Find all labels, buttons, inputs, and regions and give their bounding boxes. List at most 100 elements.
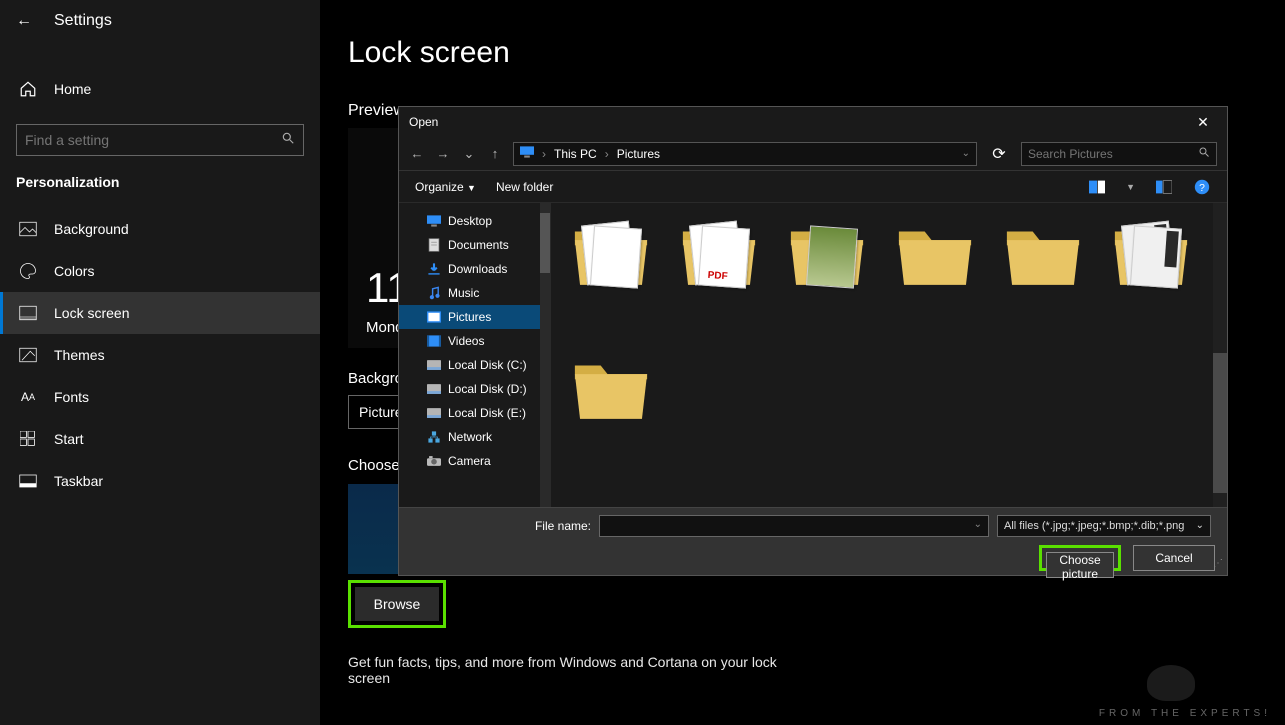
tree-item-documents[interactable]: Documents xyxy=(399,233,550,257)
folder-label: . xyxy=(782,293,872,325)
nav-up-icon[interactable]: ↑ xyxy=(487,146,503,161)
video-icon xyxy=(427,334,441,348)
nav-back-icon[interactable]: ← xyxy=(409,146,425,161)
file-name-input[interactable]: ⌄ xyxy=(599,515,989,537)
sidebar-item-label: Taskbar xyxy=(54,473,103,489)
start-icon xyxy=(18,431,38,447)
disk-icon xyxy=(427,358,441,372)
home-link[interactable]: Home xyxy=(0,68,320,110)
back-icon[interactable]: ← xyxy=(16,12,32,30)
sidebar-item-fonts[interactable]: AA Fonts xyxy=(0,376,320,418)
chevron-down-icon: ⌄ xyxy=(1196,520,1204,531)
sidebar-item-background[interactable]: Background xyxy=(0,208,320,250)
tree-item-label: Local Disk (D:) xyxy=(448,382,527,396)
sidebar-item-themes[interactable]: Themes xyxy=(0,334,320,376)
tree-item-label: Network xyxy=(448,430,492,444)
folder-item[interactable]: . xyxy=(1099,213,1203,343)
pc-icon xyxy=(520,146,534,161)
tree-item-music[interactable]: Music xyxy=(399,281,550,305)
folder-item[interactable]: . xyxy=(883,213,987,343)
taskbar-icon xyxy=(18,474,38,488)
music-icon xyxy=(427,286,441,300)
dialog-title-text: Open xyxy=(409,115,438,129)
browse-button[interactable]: Browse xyxy=(355,587,439,621)
folder-item[interactable]: . xyxy=(775,213,879,343)
organize-menu[interactable]: Organize ▼ xyxy=(415,180,476,194)
scrollbar[interactable] xyxy=(540,203,550,507)
breadcrumb-root[interactable]: This PC xyxy=(554,147,597,161)
tree-item-local-disk-d-[interactable]: Local Disk (D:) xyxy=(399,377,550,401)
picture-icon xyxy=(427,310,441,324)
doc-icon xyxy=(427,238,441,252)
sidebar-item-lockscreen[interactable]: Lock screen xyxy=(0,292,320,334)
watermark-logo xyxy=(1147,665,1195,701)
cancel-button[interactable]: Cancel xyxy=(1133,545,1215,571)
chevron-down-icon: ▼ xyxy=(467,183,476,193)
folder-label: . xyxy=(890,293,980,325)
sidebar-item-colors[interactable]: Colors xyxy=(0,250,320,292)
tree-item-local-disk-c-[interactable]: Local Disk (C:) xyxy=(399,353,550,377)
tree-item-desktop[interactable]: Desktop xyxy=(399,209,550,233)
svg-text:?: ? xyxy=(1199,183,1205,194)
monitor-icon xyxy=(427,214,441,228)
sidebar-item-label: Fonts xyxy=(54,389,89,405)
sidebar-item-label: Lock screen xyxy=(54,305,129,321)
folder-item[interactable]: . xyxy=(991,213,1095,343)
folder-icon xyxy=(568,347,654,427)
dialog-search[interactable] xyxy=(1021,142,1217,166)
chevron-down-icon[interactable]: ⌄ xyxy=(968,516,988,533)
tree-item-label: Local Disk (C:) xyxy=(448,358,527,372)
chevron-down-icon[interactable]: ▼ xyxy=(1126,182,1135,192)
palette-icon xyxy=(18,262,38,280)
folder-item[interactable]: . xyxy=(667,213,771,343)
new-folder-button[interactable]: New folder xyxy=(496,180,553,194)
watermark-text: FROM THE EXPERTS! xyxy=(1099,708,1271,719)
cam-icon xyxy=(427,454,441,468)
tree-item-downloads[interactable]: Downloads xyxy=(399,257,550,281)
folder-item[interactable]: . xyxy=(559,347,663,477)
tree-item-network[interactable]: Network xyxy=(399,425,550,449)
sidebar-item-taskbar[interactable]: Taskbar xyxy=(0,460,320,502)
refresh-icon[interactable]: ⟳ xyxy=(987,144,1011,164)
home-label: Home xyxy=(54,81,91,97)
folder-item[interactable]: . xyxy=(559,213,663,343)
choose-picture-highlight: Choose picture xyxy=(1039,545,1121,571)
sidebar-item-label: Background xyxy=(54,221,129,237)
sidebar-item-start[interactable]: Start xyxy=(0,418,320,460)
file-types-value: All files (*.jpg;*.jpeg;*.bmp;*.dib;*.pn… xyxy=(1004,520,1184,532)
sidebar-item-label: Start xyxy=(54,431,84,447)
view-mode-icon[interactable] xyxy=(1088,178,1106,196)
lockscreen-icon xyxy=(18,305,38,321)
help-icon[interactable]: ? xyxy=(1193,178,1211,196)
browse-highlight: Browse xyxy=(348,580,446,628)
fonts-icon: AA xyxy=(18,390,38,404)
choose-picture-button[interactable]: Choose picture xyxy=(1046,552,1114,578)
folder-label: . xyxy=(566,427,656,459)
resize-grip-icon[interactable]: ⋰ xyxy=(1213,561,1225,573)
dialog-search-input[interactable] xyxy=(1028,147,1198,161)
tree-item-label: Local Disk (E:) xyxy=(448,406,526,420)
address-bar[interactable]: › This PC › Pictures ⌄ xyxy=(513,142,977,166)
nav-forward-icon[interactable]: → xyxy=(435,146,451,161)
tree-item-pictures[interactable]: Pictures xyxy=(399,305,550,329)
search-icon xyxy=(281,131,295,150)
search-input[interactable] xyxy=(16,124,304,156)
file-types-dropdown[interactable]: All files (*.jpg;*.jpeg;*.bmp;*.dib;*.pn… xyxy=(997,515,1211,537)
preview-pane-icon[interactable] xyxy=(1155,178,1173,196)
search-icon xyxy=(1198,146,1210,161)
tree-item-camera[interactable]: Camera xyxy=(399,449,550,473)
chevron-down-icon[interactable]: ⌄ xyxy=(461,146,477,162)
folder-label: . xyxy=(566,293,656,325)
folder-tree: DesktopDocumentsDownloadsMusic Pictures Vi… xyxy=(399,203,551,507)
close-icon[interactable]: ✕ xyxy=(1189,114,1217,131)
search-field[interactable] xyxy=(25,132,281,148)
breadcrumb-folder[interactable]: Pictures xyxy=(617,147,660,161)
tree-item-videos[interactable]: Videos xyxy=(399,329,550,353)
settings-sidebar: ← Settings Home Personalization Backgrou… xyxy=(0,0,320,725)
tree-item-local-disk-e-[interactable]: Local Disk (E:) xyxy=(399,401,550,425)
tree-item-label: Pictures xyxy=(448,310,491,324)
scrollbar[interactable] xyxy=(1213,203,1227,507)
personalization-nav: Background Colors Lock screen Themes AA … xyxy=(0,208,320,502)
chevron-down-icon[interactable]: ⌄ xyxy=(962,148,970,159)
download-icon xyxy=(427,262,441,276)
